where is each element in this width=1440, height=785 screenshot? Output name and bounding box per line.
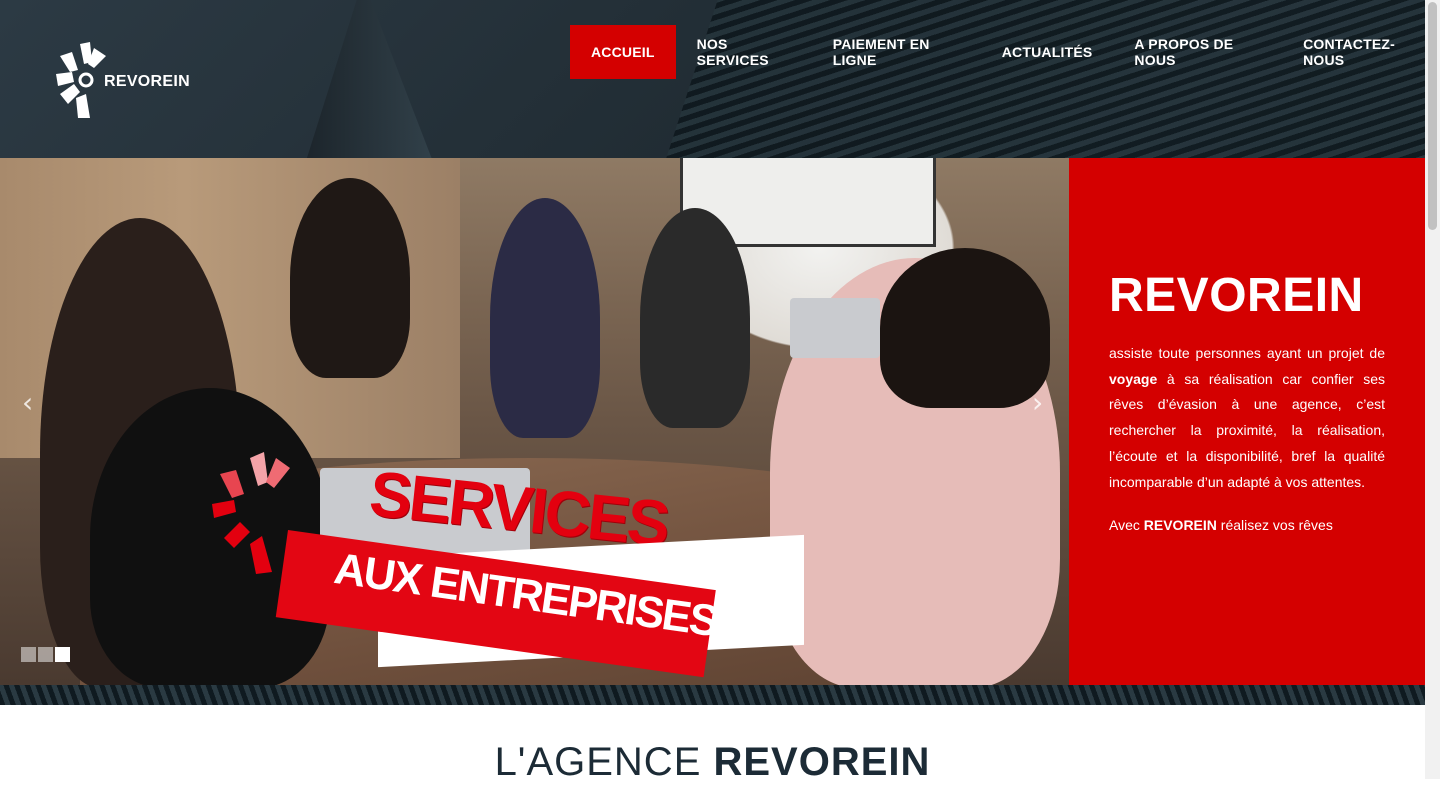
nav-item-nos-services[interactable]: NOS SERVICES	[676, 25, 812, 79]
chevron-left-icon: ‹	[22, 386, 34, 419]
slider-pagination	[21, 647, 70, 662]
page-scrollbar[interactable]	[1425, 0, 1440, 779]
chevron-right-icon: ›	[1032, 386, 1044, 419]
revorein-logo-icon	[56, 42, 106, 118]
info-tagline: Avec REVOREIN réalisez vos rêves	[1109, 513, 1385, 539]
info-title: REVOREIN	[1109, 269, 1364, 322]
info-text-bold: voyage	[1109, 370, 1158, 387]
logo-text: REVOREIN	[104, 73, 190, 90]
nav-item-actualites[interactable]: ACTUALITÉS	[981, 25, 1114, 79]
slide-photo-person	[490, 198, 600, 438]
slider-dot-3[interactable]	[55, 647, 70, 662]
info-text: à sa réalisation car confier ses rêves d…	[1109, 370, 1385, 490]
slide-photo-person	[880, 248, 1050, 408]
slider-dot-1[interactable]	[21, 647, 36, 662]
info-panel: REVOREIN assiste toute personnes ayant u…	[1069, 158, 1425, 685]
nav-item-a-propos[interactable]: A PROPOS DE NOUS	[1113, 25, 1282, 79]
info-paragraph: assiste toute personnes ayant un projet …	[1109, 341, 1385, 495]
slider-next-arrow[interactable]: ›	[1032, 386, 1043, 419]
nav-item-contactez-nous[interactable]: CONTACTEZ-NOUS	[1282, 25, 1440, 79]
nav-item-accueil[interactable]: ACCUEIL	[570, 25, 676, 79]
main-nav: ACCUEIL NOS SERVICES PAIEMENT EN LIGNE A…	[570, 25, 1440, 79]
slide-photo-laptop	[790, 298, 880, 358]
slide-photo-person	[640, 208, 750, 428]
site-logo[interactable]: REVOREIN	[54, 42, 190, 120]
scrollbar-thumb[interactable]	[1428, 2, 1437, 230]
info-text: réalisez vos rêves	[1216, 517, 1333, 534]
nav-item-paiement-en-ligne[interactable]: PAIEMENT EN LIGNE	[812, 25, 981, 79]
background-building	[300, 0, 440, 180]
slide-photo-person	[290, 178, 410, 378]
info-text: Avec	[1109, 517, 1144, 534]
section-title-bold: REVOREIN	[713, 740, 931, 784]
section-title: L'AGENCE REVOREIN	[0, 740, 1425, 785]
slide-slogan: SERVICES AUX ENTREPRISES	[210, 448, 810, 678]
info-text: assiste toute personnes ayant un projet …	[1109, 345, 1385, 361]
slider-dot-2[interactable]	[38, 647, 53, 662]
section-title-light: L'AGENCE	[494, 740, 714, 784]
info-text-bold: REVOREIN	[1143, 517, 1217, 534]
hero-slider[interactable]: SERVICES AUX ENTREPRISES ‹ ›	[0, 158, 1069, 685]
slider-prev-arrow[interactable]: ‹	[22, 386, 33, 419]
